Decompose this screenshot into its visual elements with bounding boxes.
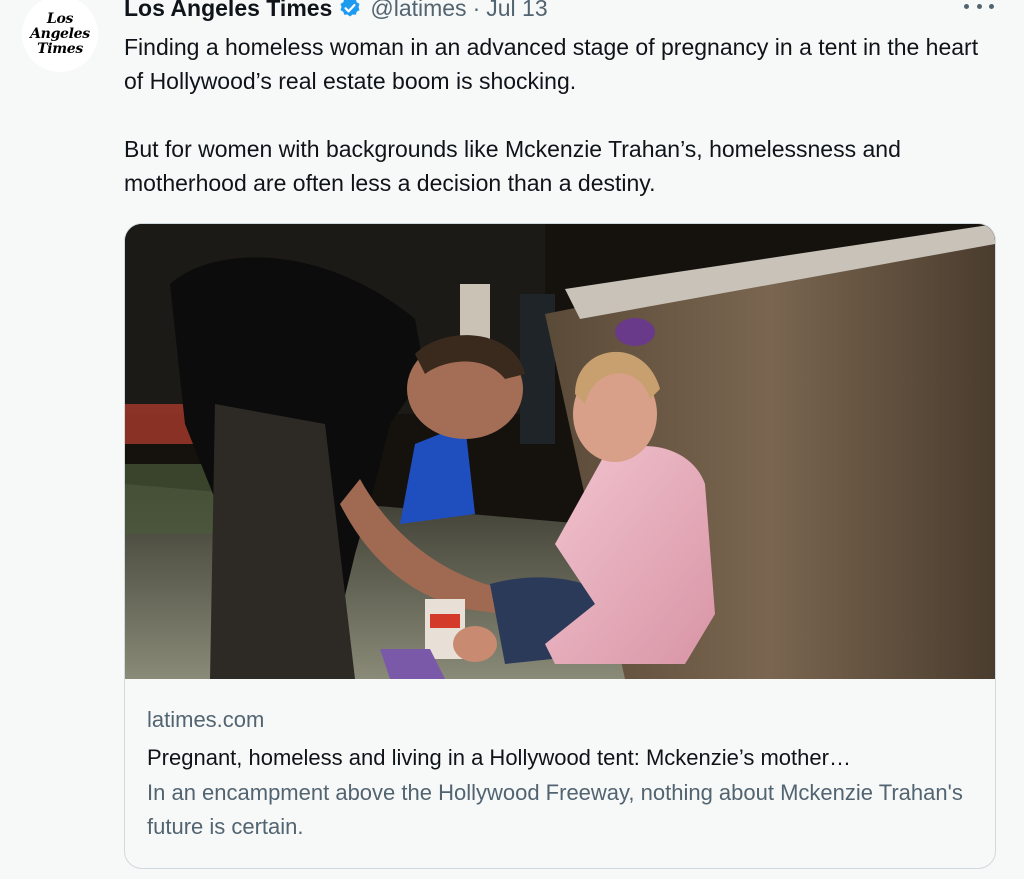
card-photo bbox=[125, 224, 995, 679]
card-image[interactable] bbox=[125, 224, 995, 679]
more-dot bbox=[976, 3, 982, 9]
verified-badge-icon bbox=[338, 0, 362, 20]
author-name[interactable]: Los Angeles Times bbox=[124, 0, 332, 22]
more-dot bbox=[964, 3, 969, 9]
card-description: In an encampment above the Hollywood Fre… bbox=[147, 780, 963, 839]
tweet-text: Finding a homeless woman in an advanced … bbox=[124, 30, 994, 200]
header-separator: · bbox=[472, 0, 481, 21]
tweet[interactable]: Los Angeles Times Los Angeles Times @lat… bbox=[0, 0, 1024, 879]
avatar-logo-line-1: Los bbox=[46, 10, 74, 27]
more-dot bbox=[989, 3, 994, 9]
tweet-header: Los Angeles Times @latimes · Jul 13 bbox=[124, 0, 548, 24]
link-card[interactable]: latimes.com Pregnant, homeless and livin… bbox=[124, 223, 996, 869]
card-domain: latimes.com bbox=[147, 707, 265, 732]
avatar-logo-line-3: Times bbox=[37, 40, 83, 57]
avatar-logo-line-2: Angeles bbox=[30, 25, 90, 42]
tweet-date[interactable]: Jul 13 bbox=[486, 0, 547, 22]
avatar[interactable]: Los Angeles Times bbox=[22, 0, 98, 72]
card-title[interactable]: Pregnant, homeless and living in a Holly… bbox=[147, 740, 977, 776]
tweet-paragraph-1: Finding a homeless woman in an advanced … bbox=[124, 34, 979, 94]
more-horizontal-icon[interactable] bbox=[964, 0, 994, 18]
card-meta: latimes.com Pregnant, homeless and livin… bbox=[147, 704, 977, 844]
tweet-paragraph-2: But for women with backgrounds like Mcke… bbox=[124, 136, 901, 196]
author-handle[interactable]: @latimes bbox=[370, 0, 466, 22]
